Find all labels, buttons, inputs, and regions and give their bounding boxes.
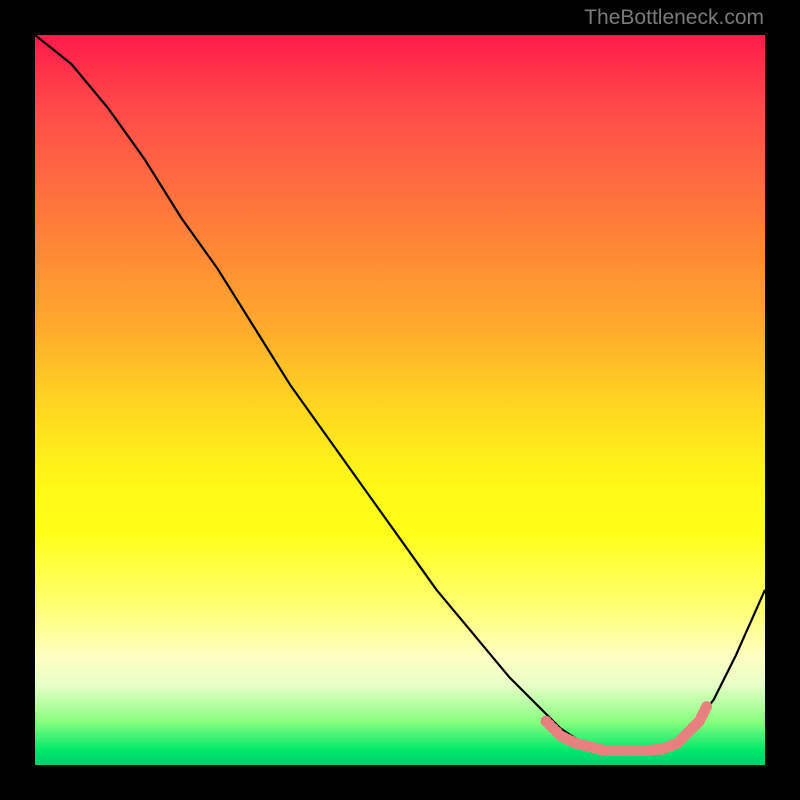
stipple-pink [541, 701, 713, 756]
curve-black [35, 35, 765, 750]
stipple-dot [701, 701, 712, 712]
chart-container: TheBottleneck.com [0, 0, 800, 800]
plot-area [35, 35, 765, 765]
watermark-text: TheBottleneck.com [584, 6, 764, 30]
chart-svg [35, 35, 765, 765]
